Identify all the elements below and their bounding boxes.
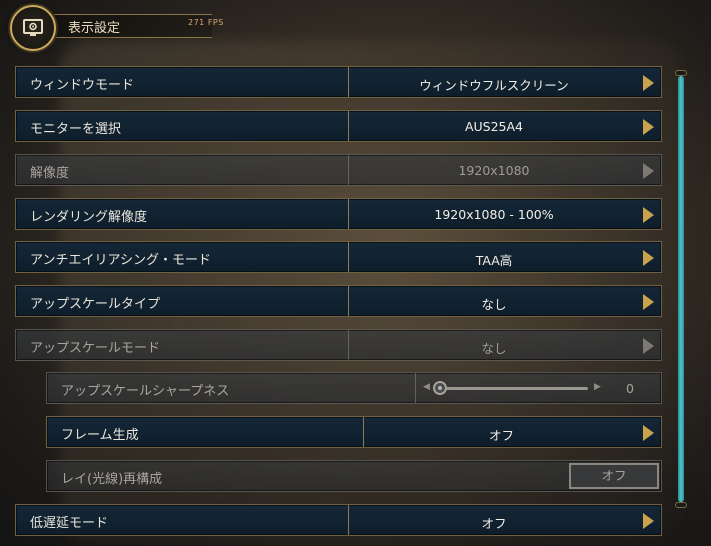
setting-label: アンチエイリアシング・モード	[30, 253, 211, 268]
setting-value: オフ	[488, 428, 514, 443]
slider-increase-icon: ▶	[594, 382, 601, 392]
setting-value: ウィンドウフルスクリーン	[419, 78, 569, 93]
setting-label: モニターを選択	[30, 122, 122, 137]
monitor-gear-icon	[23, 19, 43, 36]
setting-value: AUS25A4	[464, 119, 524, 134]
chevron-right-icon[interactable]	[641, 118, 655, 136]
settings-badge-icon	[10, 5, 56, 51]
page-title: 表示設定	[68, 21, 121, 36]
chevron-right-icon[interactable]	[641, 74, 655, 92]
setting-label: 解像度	[30, 166, 70, 181]
setting-label: ウィンドウモード	[30, 78, 135, 93]
slider-decrease-icon: ◀	[423, 382, 430, 392]
chevron-right-icon[interactable]	[641, 206, 655, 224]
sharpness-value: 0	[626, 381, 634, 396]
setting-value: 1920x1080	[458, 163, 530, 178]
setting-row-monitor[interactable]: モニターを選択 AUS25A4	[15, 110, 662, 142]
setting-value: なし	[481, 297, 507, 312]
sharpness-slider-handle	[433, 381, 447, 395]
setting-label: アップスケールタイプ	[30, 297, 161, 312]
setting-value: 1920x1080 - 100%	[434, 207, 554, 222]
setting-value: オフ	[481, 516, 507, 531]
setting-value: なし	[481, 341, 507, 356]
scrollbar-top-cap	[675, 70, 687, 76]
setting-row-frame-generation[interactable]: フレーム生成 オフ	[46, 416, 662, 448]
setting-row-resolution: 解像度 1920x1080	[15, 154, 662, 186]
header: 表示設定 271 FPS	[0, 0, 240, 56]
setting-row-render-resolution[interactable]: レンダリング解像度 1920x1080 - 100%	[15, 198, 662, 230]
chevron-right-icon[interactable]	[641, 293, 655, 311]
setting-label: レンダリング解像度	[30, 210, 148, 225]
scrollbar-thumb[interactable]	[678, 76, 684, 502]
chevron-right-icon[interactable]	[641, 512, 655, 530]
setting-row-antialiasing[interactable]: アンチエイリアシング・モード TAA高	[15, 241, 662, 273]
chevron-right-icon	[643, 338, 654, 354]
setting-label: アップスケールシャープネス	[61, 384, 230, 399]
scrollbar-bottom-cap	[675, 502, 687, 508]
setting-label: アップスケールモード	[30, 341, 161, 356]
fps-counter: 271 FPS	[188, 18, 224, 27]
setting-label: フレーム生成	[61, 428, 139, 443]
setting-row-window-mode[interactable]: ウィンドウモード ウィンドウフルスクリーン	[15, 66, 662, 98]
setting-value: TAA高	[475, 253, 513, 268]
chevron-right-icon[interactable]	[641, 424, 655, 442]
ray-reconstruction-toggle: オフ	[569, 463, 659, 489]
setting-row-upscale-mode: アップスケールモード なし	[15, 329, 662, 361]
setting-row-low-latency[interactable]: 低遅延モード オフ	[15, 504, 662, 536]
setting-row-upscale-type[interactable]: アップスケールタイプ なし	[15, 285, 662, 317]
sharpness-slider-track	[440, 387, 588, 390]
divider	[415, 373, 416, 403]
setting-label: 低遅延モード	[30, 516, 109, 531]
setting-label: レイ(光線)再構成	[61, 472, 163, 487]
chevron-right-icon	[643, 163, 654, 179]
chevron-right-icon[interactable]	[641, 249, 655, 267]
